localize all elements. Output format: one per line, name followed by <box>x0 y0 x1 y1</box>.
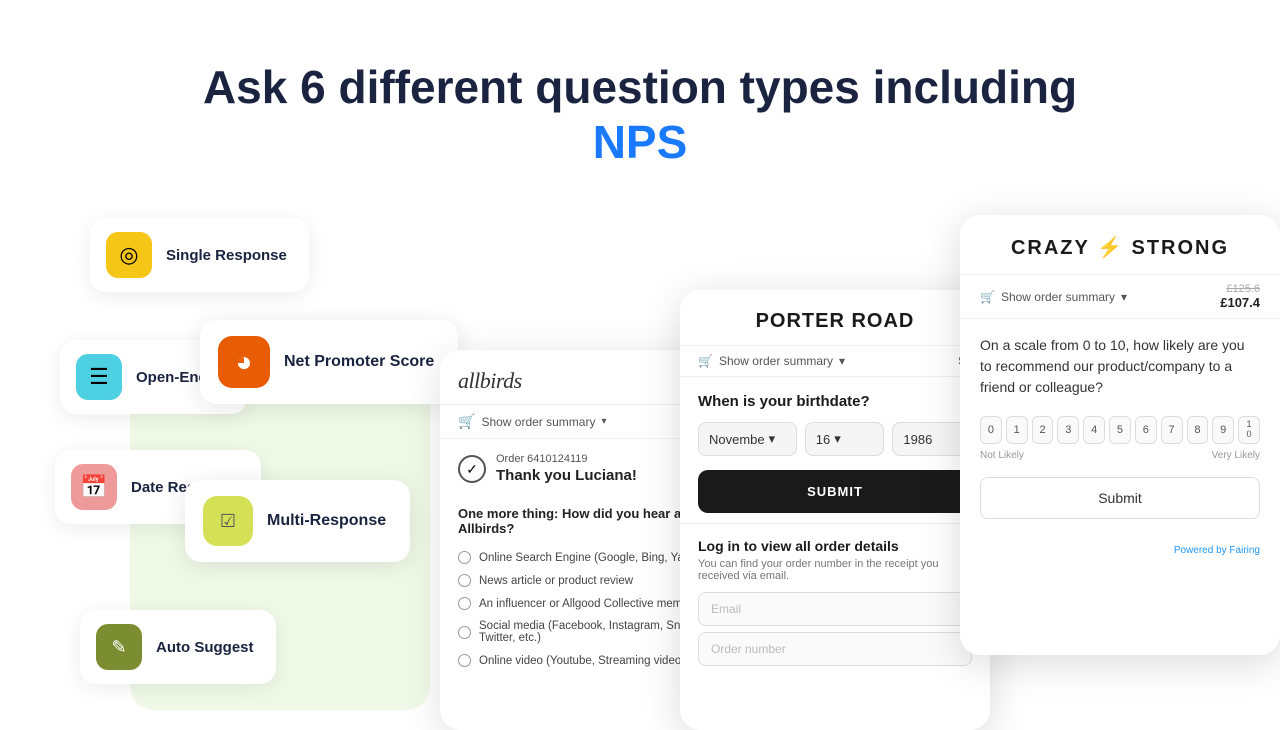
single-response-icon: ◎ <box>106 232 152 278</box>
nps-0[interactable]: 0 <box>980 416 1002 444</box>
card-nps: ◕ Net Promoter Score <box>200 320 458 404</box>
radio-option-3[interactable] <box>458 597 471 610</box>
porter-login-subtitle: You can find your order number in the re… <box>698 558 972 582</box>
nps-label: Net Promoter Score <box>284 353 434 371</box>
nps-7[interactable]: 7 <box>1161 416 1183 444</box>
nps-10[interactable]: 10 <box>1238 416 1260 444</box>
radio-option-5[interactable] <box>458 654 471 667</box>
cart-icon: 🛒 <box>458 413 475 430</box>
card-multi-response: ☑ Multi-Response <box>185 480 410 562</box>
crazy-order-summary-left: 🛒 Show order summary ▾ <box>980 290 1127 304</box>
porter-order-summary-left: 🛒 Show order summary ▾ <box>698 354 845 368</box>
allbirds-order-info: Order 6410124119 Thank you Luciana! <box>496 453 637 484</box>
porter-order-field[interactable]: Order number <box>698 632 972 666</box>
nps-question-section: On a scale from 0 to 10, how likely are … <box>960 319 1280 545</box>
powered-by: Powered by Fairing <box>960 545 1280 556</box>
porter-email-field[interactable]: Email <box>698 592 972 626</box>
hero-heading: Ask 6 different question types including… <box>0 60 1280 170</box>
nps-low-label: Not Likely <box>980 450 1024 461</box>
allbirds-option-2-label: News article or product review <box>479 575 633 587</box>
porter-logo: Porter Road <box>698 310 972 333</box>
radio-option-1[interactable] <box>458 551 471 564</box>
nps-6[interactable]: 6 <box>1135 416 1157 444</box>
porter-order-summary-label: Show order summary <box>719 354 833 368</box>
porter-chevron-icon: ▾ <box>839 354 845 368</box>
nps-8[interactable]: 8 <box>1187 416 1209 444</box>
nps-3[interactable]: 3 <box>1057 416 1079 444</box>
nps-9[interactable]: 9 <box>1212 416 1234 444</box>
allbirds-order-number: Order 6410124119 <box>496 453 637 465</box>
crazy-chevron-icon: ▾ <box>1121 290 1127 304</box>
nps-submit-button[interactable]: Submit <box>980 477 1260 519</box>
crazy-original-price: £125.6 <box>1220 283 1260 295</box>
porter-login-section: Log in to view all order details You can… <box>680 523 990 686</box>
porter-submit-button[interactable]: SUBMIT <box>698 470 972 513</box>
chevron-down-icon: ▾ <box>601 416 606 427</box>
porter-day-value: 16 <box>816 432 830 447</box>
porter-year-value: 1986 <box>903 432 932 447</box>
single-response-label: Single Response <box>166 247 287 264</box>
nps-5[interactable]: 5 <box>1109 416 1131 444</box>
allbirds-option-3-label: An influencer or Allgood Collective memb… <box>479 598 699 610</box>
crazy-price-block: £125.6 £107.4 <box>1220 283 1260 310</box>
card-single-response: ◎ Single Response <box>90 218 309 292</box>
crazy-order-row: 🛒 Show order summary ▾ £125.6 £107.4 <box>960 275 1280 319</box>
nps-1[interactable]: 1 <box>1006 416 1028 444</box>
crazy-order-summary-label: Show order summary <box>1001 290 1115 304</box>
porter-birthdate-label: When is your birthdate? <box>698 393 972 410</box>
auto-suggest-icon: ✎ <box>96 624 142 670</box>
porter-login-title: Log in to view all order details <box>698 538 972 554</box>
porter-header: Porter Road <box>680 290 990 346</box>
nps-scale: 0 1 2 3 4 5 6 7 8 9 10 <box>980 416 1260 444</box>
nps-high-label: Very Likely <box>1212 450 1260 461</box>
month-chevron-icon: ▾ <box>769 431 776 447</box>
allbirds-thank-you: Thank you Luciana! <box>496 467 637 484</box>
allbirds-option-5-label: Online video (Youtube, Streaming video..… <box>479 655 691 667</box>
auto-suggest-label: Auto Suggest <box>156 639 254 656</box>
porter-day-select[interactable]: 16 ▾ <box>805 422 885 456</box>
crazy-logo-part1: CRAZY <box>1011 237 1090 259</box>
crazy-strong-logo: CRAZY ⚡ STRONG <box>980 235 1260 260</box>
radio-option-2[interactable] <box>458 574 471 587</box>
crazy-cart-icon: 🛒 <box>980 290 995 304</box>
allbirds-order-summary-left: 🛒 Show order summary ▾ <box>458 413 607 430</box>
day-chevron-icon: ▾ <box>834 431 841 447</box>
hero-section: Ask 6 different question types including… <box>0 0 1280 170</box>
porter-cart-icon: 🛒 <box>698 354 713 368</box>
nps-icon: ◕ <box>218 336 270 388</box>
radio-option-4[interactable] <box>458 626 471 639</box>
porter-date-selects: Novembe ▾ 16 ▾ 1986 <box>698 422 972 456</box>
crazy-strong-header: CRAZY ⚡ STRONG <box>960 215 1280 275</box>
card-auto-suggest: ✎ Auto Suggest <box>80 610 276 684</box>
multi-response-label: Multi-Response <box>267 512 386 530</box>
nps-labels: Not Likely Very Likely <box>980 450 1260 461</box>
multi-response-icon: ☑ <box>203 496 253 546</box>
open-ended-icon: ☰ <box>76 354 122 400</box>
porter-month-value: Novembe <box>709 432 765 447</box>
porter-card: Porter Road 🛒 Show order summary ▾ $1 Wh… <box>680 290 990 730</box>
nps-4[interactable]: 4 <box>1083 416 1105 444</box>
date-response-icon: 📅 <box>71 464 117 510</box>
nps-question-text: On a scale from 0 to 10, how likely are … <box>980 335 1260 398</box>
nps-2[interactable]: 2 <box>1032 416 1054 444</box>
powered-by-text: Powered by <box>1174 545 1230 556</box>
powered-by-brand: Fairing <box>1229 545 1260 556</box>
crazy-price: £107.4 <box>1220 295 1260 310</box>
porter-order-row: 🛒 Show order summary ▾ $1 <box>680 346 990 377</box>
nps-highlight: NPS <box>593 116 688 168</box>
heading-text: Ask 6 different question types including <box>203 61 1077 113</box>
crazy-strong-card: CRAZY ⚡ STRONG 🛒 Show order summary ▾ £1… <box>960 215 1280 655</box>
crazy-bolt-icon: ⚡ <box>1097 237 1124 259</box>
porter-month-select[interactable]: Novembe ▾ <box>698 422 797 456</box>
check-circle-icon: ✓ <box>458 455 486 483</box>
porter-birthdate-section: When is your birthdate? Novembe ▾ 16 ▾ 1… <box>680 377 990 523</box>
allbirds-order-summary-label: Show order summary <box>481 415 595 429</box>
crazy-logo-part2: STRONG <box>1132 237 1230 259</box>
